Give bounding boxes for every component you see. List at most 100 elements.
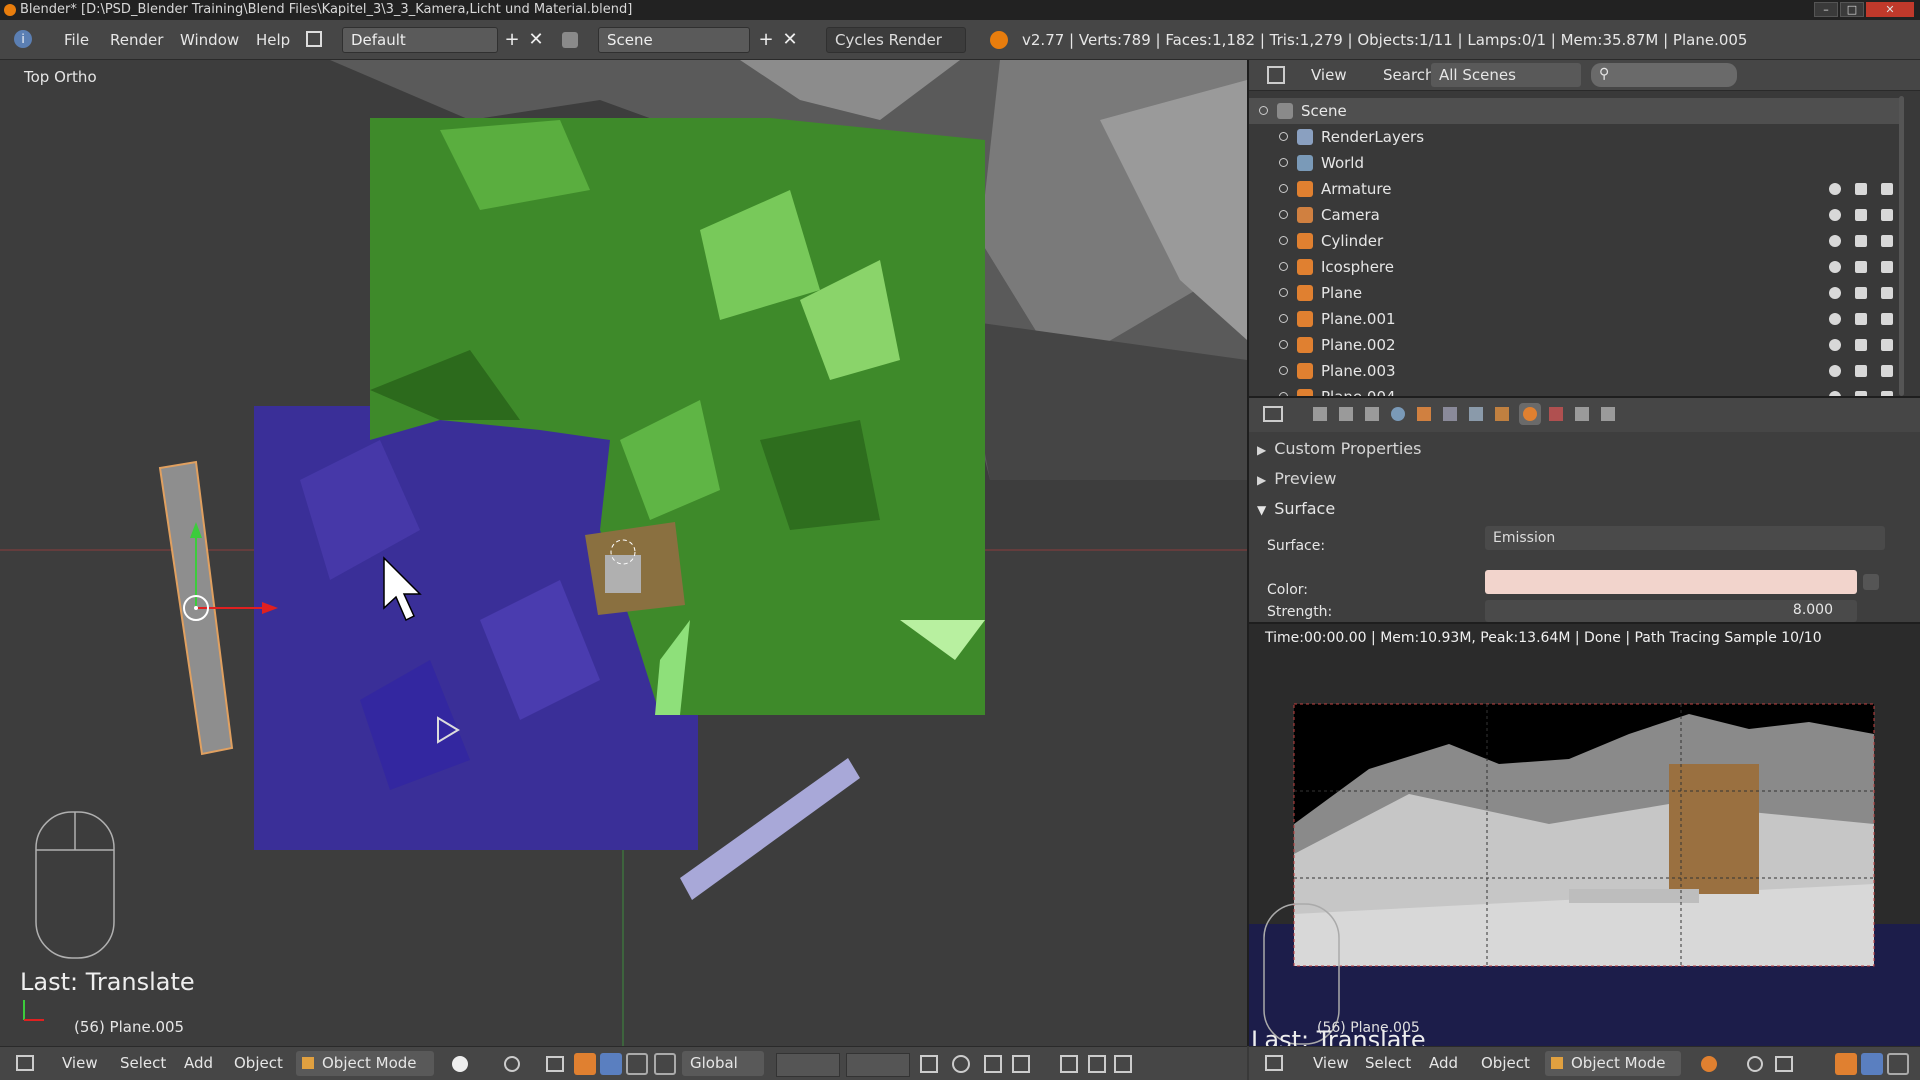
scene-tab-icon[interactable] bbox=[1365, 407, 1379, 421]
constraints-tab-icon[interactable] bbox=[1443, 407, 1457, 421]
scene-field[interactable]: Scene bbox=[598, 27, 750, 53]
physics-tab-icon[interactable] bbox=[1601, 407, 1615, 421]
expand-toggle-icon[interactable] bbox=[1259, 106, 1268, 115]
outliner-item-camera[interactable]: Camera bbox=[1249, 202, 1899, 228]
menu-add[interactable]: Add bbox=[184, 1047, 213, 1080]
outliner-item-plane-001[interactable]: Plane.001 bbox=[1249, 306, 1899, 332]
expand-toggle-icon[interactable] bbox=[1279, 132, 1288, 141]
add-screen-button[interactable]: + bbox=[502, 27, 522, 53]
render-toggle-icon[interactable] bbox=[1881, 365, 1893, 377]
eye-icon[interactable] bbox=[1829, 183, 1841, 195]
texture-tab-icon[interactable] bbox=[1549, 407, 1563, 421]
render-tab-icon[interactable] bbox=[1313, 407, 1327, 421]
render-toggle-icon[interactable] bbox=[1881, 183, 1893, 195]
expand-toggle-icon[interactable] bbox=[1279, 158, 1288, 167]
expand-toggle-icon[interactable] bbox=[1279, 314, 1288, 323]
transform-orientation-dropdown[interactable]: Global bbox=[682, 1051, 764, 1076]
cursor-select-icon[interactable] bbox=[1855, 391, 1867, 396]
menu-select[interactable]: Select bbox=[1365, 1047, 1411, 1080]
outliner-item-plane-004[interactable]: Plane.004 bbox=[1249, 384, 1899, 396]
3d-viewport[interactable]: Top Ortho Last: Translate (56) Plane.005 bbox=[0, 60, 1247, 1046]
data-tab-icon[interactable] bbox=[1495, 407, 1509, 421]
outliner-item-world[interactable]: World bbox=[1249, 150, 1899, 176]
panel-preview[interactable]: ▶ Preview bbox=[1257, 466, 1897, 492]
expand-toggle-icon[interactable] bbox=[1279, 366, 1288, 375]
menu-help[interactable]: Help bbox=[256, 20, 290, 60]
proportional-edit-icon[interactable] bbox=[952, 1055, 970, 1073]
emission-color-swatch[interactable] bbox=[1485, 570, 1857, 594]
minimize-button[interactable]: – bbox=[1814, 2, 1838, 17]
menu-window[interactable]: Window bbox=[180, 20, 239, 60]
viewport-shading-icon[interactable] bbox=[452, 1056, 468, 1072]
expand-toggle-icon[interactable] bbox=[1279, 340, 1288, 349]
expand-toggle-icon[interactable] bbox=[1279, 392, 1288, 396]
mode-dropdown[interactable]: Object Mode bbox=[1545, 1051, 1681, 1076]
outliner-editor-icon[interactable] bbox=[1267, 66, 1285, 84]
particles-tab-icon[interactable] bbox=[1575, 407, 1589, 421]
outliner-item-cylinder[interactable]: Cylinder bbox=[1249, 228, 1899, 254]
cursor-select-icon[interactable] bbox=[1855, 235, 1867, 247]
menu-file[interactable]: File bbox=[64, 20, 89, 60]
scale-manipulator-icon[interactable] bbox=[626, 1053, 648, 1075]
eye-icon[interactable] bbox=[1829, 365, 1841, 377]
surface-shader-dropdown[interactable]: Emission bbox=[1485, 526, 1885, 550]
editor-type-info-icon[interactable]: i bbox=[14, 30, 32, 48]
rotate-manipulator-icon[interactable] bbox=[600, 1053, 622, 1075]
add-scene-button[interactable]: + bbox=[756, 27, 776, 53]
viewport-shading-icon[interactable] bbox=[1701, 1056, 1717, 1072]
expand-toggle-icon[interactable] bbox=[1279, 236, 1288, 245]
editor-type-3dview-icon[interactable] bbox=[16, 1055, 34, 1071]
transform-icon[interactable] bbox=[654, 1053, 676, 1075]
outliner-view-menu[interactable]: View bbox=[1311, 60, 1347, 90]
outliner-item-renderlayers[interactable]: RenderLayers bbox=[1249, 124, 1899, 150]
layers-grid[interactable] bbox=[776, 1053, 840, 1077]
cursor-select-icon[interactable] bbox=[1855, 365, 1867, 377]
eye-icon[interactable] bbox=[1829, 391, 1841, 396]
render-toggle-icon[interactable] bbox=[1881, 209, 1893, 221]
pivot-point-icon[interactable] bbox=[504, 1056, 520, 1072]
panel-custom-properties[interactable]: ▶ Custom Properties bbox=[1257, 436, 1897, 462]
render-image[interactable] bbox=[1249, 624, 1920, 1046]
menu-object[interactable]: Object bbox=[1481, 1047, 1530, 1080]
screen-layout-icon[interactable] bbox=[306, 31, 322, 47]
render-toggle-icon[interactable] bbox=[1881, 261, 1893, 273]
strength-field[interactable]: 8.000 bbox=[1485, 600, 1857, 622]
maximize-button[interactable]: □ bbox=[1840, 2, 1864, 17]
viewport-scene[interactable] bbox=[0, 60, 1247, 1046]
menu-view[interactable]: View bbox=[62, 1047, 98, 1080]
mode-dropdown[interactable]: Object Mode bbox=[296, 1051, 434, 1076]
eye-icon[interactable] bbox=[1829, 287, 1841, 299]
expand-toggle-icon[interactable] bbox=[1279, 288, 1288, 297]
editor-type-3dview-icon[interactable] bbox=[1265, 1055, 1283, 1071]
cursor-select-icon[interactable] bbox=[1855, 261, 1867, 273]
render-engine-dropdown[interactable]: Cycles Render bbox=[826, 27, 966, 53]
render-animation-icon[interactable] bbox=[1088, 1055, 1106, 1073]
scale-manipulator-icon[interactable] bbox=[1887, 1053, 1909, 1075]
color-picker-icon[interactable] bbox=[1863, 574, 1879, 590]
menu-view[interactable]: View bbox=[1313, 1047, 1349, 1080]
snap-icon[interactable] bbox=[984, 1055, 1002, 1073]
manipulator-toggle-icon[interactable] bbox=[546, 1056, 564, 1072]
object-tab-icon[interactable] bbox=[1417, 407, 1431, 421]
outliner-item-plane-002[interactable]: Plane.002 bbox=[1249, 332, 1899, 358]
expand-toggle-icon[interactable] bbox=[1279, 262, 1288, 271]
render-toggle-icon[interactable] bbox=[1881, 313, 1893, 325]
screen-layout-field[interactable]: Default bbox=[342, 27, 498, 53]
render-view[interactable]: Time:00:00.00 | Mem:10.93M, Peak:13.64M … bbox=[1249, 624, 1920, 1046]
cursor-select-icon[interactable] bbox=[1855, 287, 1867, 299]
material-tab-icon[interactable] bbox=[1519, 403, 1541, 425]
layers-grid[interactable] bbox=[846, 1053, 910, 1077]
remove-screen-button[interactable]: ✕ bbox=[526, 27, 546, 53]
manipulator-toggle-icon[interactable] bbox=[1775, 1056, 1793, 1072]
translate-manipulator-icon[interactable] bbox=[574, 1053, 596, 1075]
outliner-search-input[interactable]: ⚲ bbox=[1591, 63, 1737, 87]
eye-icon[interactable] bbox=[1829, 313, 1841, 325]
rotate-manipulator-icon[interactable] bbox=[1861, 1053, 1883, 1075]
eye-icon[interactable] bbox=[1829, 261, 1841, 273]
outliner-search-menu[interactable]: Search bbox=[1383, 60, 1435, 90]
outliner-item-plane-003[interactable]: Plane.003 bbox=[1249, 358, 1899, 384]
eye-icon[interactable] bbox=[1829, 209, 1841, 221]
display-mode-dropdown[interactable]: All Scenes bbox=[1431, 63, 1581, 87]
world-tab-icon[interactable] bbox=[1391, 407, 1405, 421]
outliner-item-plane[interactable]: Plane bbox=[1249, 280, 1899, 306]
